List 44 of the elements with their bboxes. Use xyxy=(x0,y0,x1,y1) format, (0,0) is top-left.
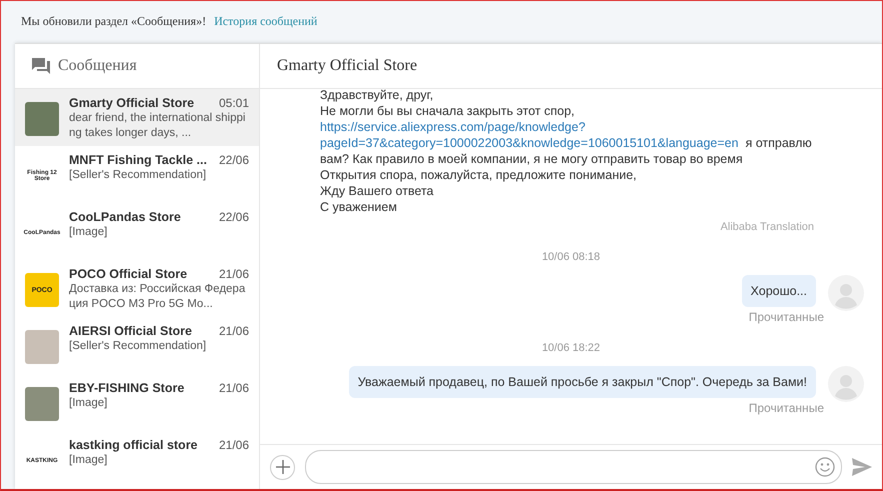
message-time: 21/06 xyxy=(218,267,249,281)
message-time: 22/06 xyxy=(218,153,249,167)
incoming-message: Здравствуйте, друг, Не могли бы вы сначала закрыть этот спор, https://service.aliexpress.com/page/knowledge?pageId=37&category=1000022003&knowledge=1060015101&language=en я отправлю вам? Как правило в моей компании, я не могу отправить товар во время Открытия спора, пожалуйста, предложите понимание, Жду Вашего ответа С уважением xyxy=(320,89,813,215)
message-time: 22/06 xyxy=(218,210,249,224)
banner-text: Мы обновили раздел «Сообщения»! xyxy=(21,14,206,28)
message-preview: [Image] xyxy=(69,453,108,468)
date-time-label: 10/06 08:18 xyxy=(542,251,600,263)
store-name: POCO Official Store xyxy=(69,267,188,281)
message-time: 21/06 xyxy=(218,438,249,452)
outgoing-message: Хорошо... xyxy=(742,275,816,307)
sidebar-title: Сообщения xyxy=(58,57,137,75)
send-icon xyxy=(852,458,872,476)
chat-title: Gmarty Official Store xyxy=(277,57,418,75)
conversation-item[interactable]: Gmarty Official Store 05:01 dear friend, the international shipping takes longer days, ... xyxy=(15,89,259,146)
date-time-label: 10/06 18:22 xyxy=(542,342,600,354)
message-time: 05:01 xyxy=(218,96,249,110)
message-preview: [Seller's Recommendation] xyxy=(69,168,208,183)
message-preview: dear friend, the international shipping takes longer days, ... xyxy=(69,111,246,141)
plus-icon xyxy=(276,460,290,474)
avatar-silhouette-icon xyxy=(828,366,864,402)
read-status: Прочитанные xyxy=(748,310,824,324)
message-preview: Доставка из: Российская Федерация POCO M3 Pro 5G Mo... xyxy=(69,282,246,312)
store-name: CooLPandas Store xyxy=(69,210,181,224)
emoji-button[interactable] xyxy=(815,457,835,477)
translation-note: Alibaba Translation xyxy=(720,221,814,233)
outgoing-message: Уважаемый продавец, по Вашей просьбе я закрыл "Спор". Очередь за Вами! xyxy=(348,366,816,398)
chat-icon xyxy=(32,58,50,74)
message-input-field[interactable] xyxy=(305,450,842,484)
message-time: 21/06 xyxy=(218,381,249,395)
store-name: EBY-FISHING Store xyxy=(69,381,184,395)
message-link[interactable]: https://service.aliexpress.com/page/knowledge?pageId=37&category=1000022003&knowledge=1060015101&language=en xyxy=(320,119,742,151)
message-preview: [Image] xyxy=(69,396,108,411)
read-status: Прочитанные xyxy=(748,401,824,415)
store-name: MNFT Fishing Tackle ... xyxy=(69,153,207,167)
add-button[interactable] xyxy=(270,454,295,480)
send-button[interactable] xyxy=(852,458,872,476)
avatar-silhouette-icon xyxy=(828,275,864,311)
message-preview: [Seller's Recommendation] xyxy=(69,339,208,354)
message-preview: [Image] xyxy=(69,225,108,240)
store-name: AIERSI Official Store xyxy=(69,324,192,338)
store-name: kastking official store xyxy=(69,438,198,452)
smiley-icon xyxy=(815,457,835,477)
store-name: Gmarty Official Store xyxy=(69,96,194,110)
message-time: 21/06 xyxy=(218,324,249,338)
